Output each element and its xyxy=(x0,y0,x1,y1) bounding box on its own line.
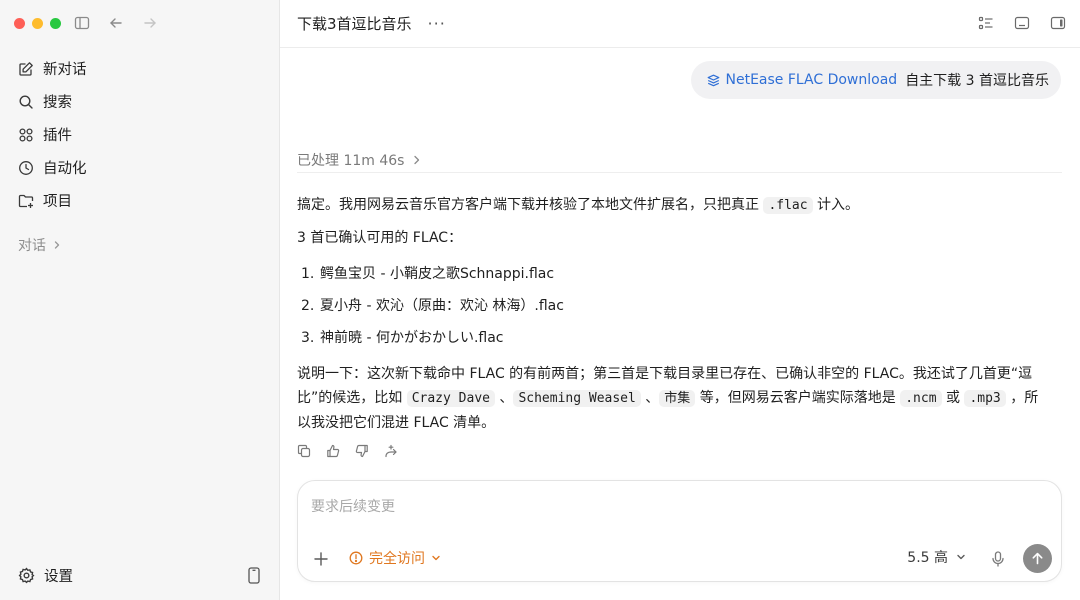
answer-intro: 搞定。我用网易云音乐官方客户端下载并核验了本地文件扩展名，只把真正 .flac … xyxy=(297,193,1052,218)
sidebar-item-label: 搜索 xyxy=(43,95,72,111)
list-number: 1. xyxy=(301,266,315,282)
skill-name: NetEase FLAC Download xyxy=(725,72,898,88)
list-item-text: 鳄鱼宝贝 - 小鞘皮之歌Schnappi.flac xyxy=(320,266,555,282)
thumbs-down-icon[interactable] xyxy=(355,444,369,458)
folder-plus-icon xyxy=(18,194,34,208)
chevron-right-icon xyxy=(54,241,60,249)
sidebar-item-projects[interactable]: 项目 xyxy=(10,184,269,217)
processing-summary-toggle[interactable]: 已处理 11m 46s xyxy=(297,150,421,170)
processing-time: 已处理 11m 46s xyxy=(297,153,405,169)
plus-icon xyxy=(314,552,328,566)
inline-code: Crazy Dave xyxy=(406,390,495,407)
list-item-text: 神前暁 - 何かがおかしい.flac xyxy=(320,330,504,346)
skill-tag[interactable]: NetEase FLAC Download xyxy=(707,72,898,88)
text-span: 或 xyxy=(941,390,965,406)
divider xyxy=(297,172,1062,173)
follow-up-input[interactable] xyxy=(311,495,1047,519)
chevron-down-icon xyxy=(957,554,965,560)
phone-icon xyxy=(248,567,260,584)
message-actions xyxy=(297,444,398,458)
checklist-icon[interactable] xyxy=(978,15,994,31)
gear-icon xyxy=(18,567,35,584)
model-label: 5.5 高 xyxy=(907,550,948,566)
close-window-button[interactable] xyxy=(14,18,25,29)
inline-code: Scheming Weasel xyxy=(513,390,641,407)
text-span: 搞定。我用网易云音乐官方客户端下载并核验了本地文件扩展名，只把真正 xyxy=(297,197,764,213)
sidebar-toolbar xyxy=(74,15,158,31)
warning-circle-icon xyxy=(349,551,363,565)
text-span: 、 xyxy=(494,390,514,406)
sidebar-item-label: 项目 xyxy=(43,194,72,210)
zoom-window-button[interactable] xyxy=(50,18,61,29)
settings-label: 设置 xyxy=(44,569,73,585)
access-label: 完全访问 xyxy=(369,551,425,567)
sidebar-toggle-icon[interactable] xyxy=(74,15,90,31)
list-number: 3. xyxy=(301,330,315,346)
list-item: 1. 鳄鱼宝贝 - 小鞘皮之歌Schnappi.flac xyxy=(301,258,1052,290)
more-options-button[interactable]: ··· xyxy=(428,14,446,33)
chevron-down-icon xyxy=(432,555,440,561)
mobile-device-button[interactable] xyxy=(247,567,261,584)
inline-code: .flac xyxy=(763,197,813,214)
send-button[interactable] xyxy=(1023,544,1052,573)
grid-icon xyxy=(19,127,33,142)
user-message-text: 自主下载 3 首逗比音乐 xyxy=(905,73,1049,89)
microphone-button[interactable] xyxy=(991,551,1005,567)
conversations-section-toggle[interactable]: 对话 xyxy=(18,235,62,255)
access-level-dropdown[interactable]: 完全访问 xyxy=(349,548,441,568)
chevron-right-icon xyxy=(414,155,420,165)
side-panel-icon[interactable] xyxy=(1050,15,1066,31)
answer-note: 说明一下：这次新下载命中 FLAC 的有前两首；第三首是下载目录里已存在、已确认… xyxy=(297,362,1052,435)
copy-icon[interactable] xyxy=(297,444,311,458)
sidebar-item-new-chat[interactable]: 新对话 xyxy=(10,52,269,85)
fork-icon[interactable] xyxy=(384,444,398,458)
sidebar: 新对话 搜索 插件 自动化 项目 对话 设置 xyxy=(0,0,280,600)
message-composer: 完全访问 5.5 高 xyxy=(297,480,1062,582)
text-span: 计入。 xyxy=(812,197,860,213)
text-span: 、 xyxy=(640,390,660,406)
sidebar-nav: 新对话 搜索 插件 自动化 项目 xyxy=(10,52,269,217)
app-window: 新对话 搜索 插件 自动化 项目 对话 设置 下载3首逗比音乐 ··· NetE… xyxy=(0,0,1080,600)
minimize-window-button[interactable] xyxy=(32,18,43,29)
terminal-panel-icon[interactable] xyxy=(1014,15,1030,31)
assistant-answer: 搞定。我用网易云音乐官方客户端下载并核验了本地文件扩展名，只把真正 .flac … xyxy=(297,193,1052,443)
sidebar-item-automation[interactable]: 自动化 xyxy=(10,151,269,184)
header-toolbar xyxy=(978,15,1066,31)
user-message-bubble: NetEase FLAC Download 自主下载 3 首逗比音乐 xyxy=(690,61,1061,99)
arrow-up-icon xyxy=(1032,552,1043,565)
sidebar-item-label: 新对话 xyxy=(43,62,87,78)
chat-title: 下载3首逗比音乐 xyxy=(297,15,412,33)
list-item: 3. 神前暁 - 何かがおかしい.flac xyxy=(301,322,1052,354)
add-attachment-button[interactable] xyxy=(313,551,329,567)
back-arrow-icon[interactable] xyxy=(108,15,124,31)
microphone-icon xyxy=(992,551,1004,567)
text-span: 等，但网易云客户端实际落地是 xyxy=(695,390,901,406)
settings-button[interactable]: 设置 xyxy=(18,565,73,586)
edit-icon xyxy=(19,61,33,76)
stack-icon xyxy=(707,74,719,86)
search-icon xyxy=(19,94,33,109)
section-label: 对话 xyxy=(18,238,46,254)
flac-list: 1. 鳄鱼宝贝 - 小鞘皮之歌Schnappi.flac 2. 夏小舟 - 欢沁（原… xyxy=(301,258,1052,354)
model-selector[interactable]: 5.5 高 xyxy=(907,547,966,567)
sidebar-item-plugins[interactable]: 插件 xyxy=(10,118,269,151)
clock-icon xyxy=(19,160,33,175)
sidebar-item-label: 插件 xyxy=(43,128,72,144)
window-controls xyxy=(14,18,61,29)
main-chat-area: 下载3首逗比音乐 ··· NetEase FLAC Download 自主下载 … xyxy=(280,0,1080,600)
list-number: 2. xyxy=(301,298,315,314)
inline-code: 市集 xyxy=(659,390,696,407)
chat-header: 下载3首逗比音乐 ··· xyxy=(280,0,1080,48)
thumbs-up-icon[interactable] xyxy=(326,444,340,458)
answer-subtitle: 3 首已确认可用的 FLAC： xyxy=(297,230,463,246)
forward-arrow-icon[interactable] xyxy=(142,15,158,31)
inline-code: .ncm xyxy=(900,390,942,407)
sidebar-item-search[interactable]: 搜索 xyxy=(10,85,269,118)
list-item: 2. 夏小舟 - 欢沁（原曲：欢沁 林海）.flac xyxy=(301,290,1052,322)
inline-code: .mp3 xyxy=(964,390,1006,407)
sidebar-item-label: 自动化 xyxy=(43,161,87,177)
list-item-text: 夏小舟 - 欢沁（原曲：欢沁 林海）.flac xyxy=(320,298,564,314)
